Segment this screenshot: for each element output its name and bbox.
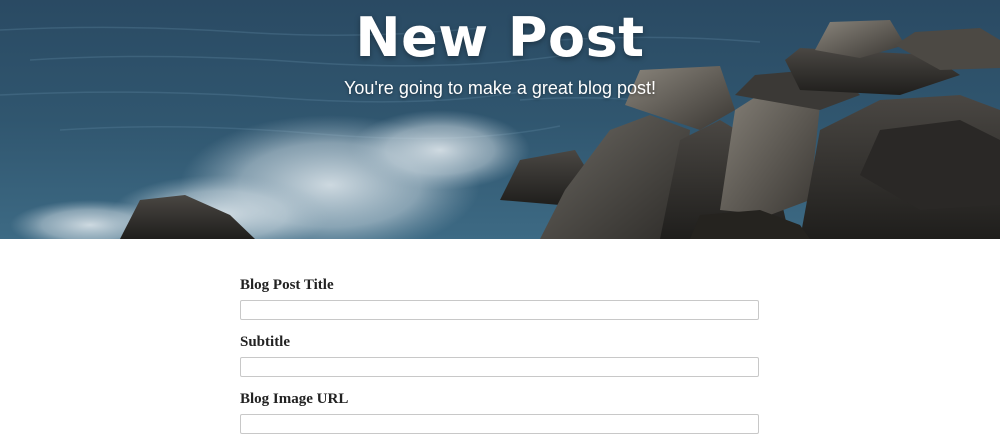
page-subtitle: You're going to make a great blog post! [344, 78, 656, 98]
page-header: New Post You're going to make a great bl… [0, 0, 1000, 239]
page-title: New Post [355, 6, 645, 69]
title-input[interactable] [240, 300, 759, 320]
new-post-form: Blog Post Title Subtitle Blog Image URL [240, 275, 760, 446]
image-url-input[interactable] [240, 414, 759, 434]
header-content: New Post You're going to make a great bl… [0, 0, 1000, 100]
image-url-field-group: Blog Image URL [240, 389, 760, 434]
subtitle-field-group: Subtitle [240, 332, 760, 377]
title-field-group: Blog Post Title [240, 275, 760, 320]
title-label: Blog Post Title [240, 277, 334, 293]
subtitle-input[interactable] [240, 357, 759, 377]
image-url-label: Blog Image URL [240, 391, 349, 407]
subtitle-label: Subtitle [240, 334, 291, 350]
